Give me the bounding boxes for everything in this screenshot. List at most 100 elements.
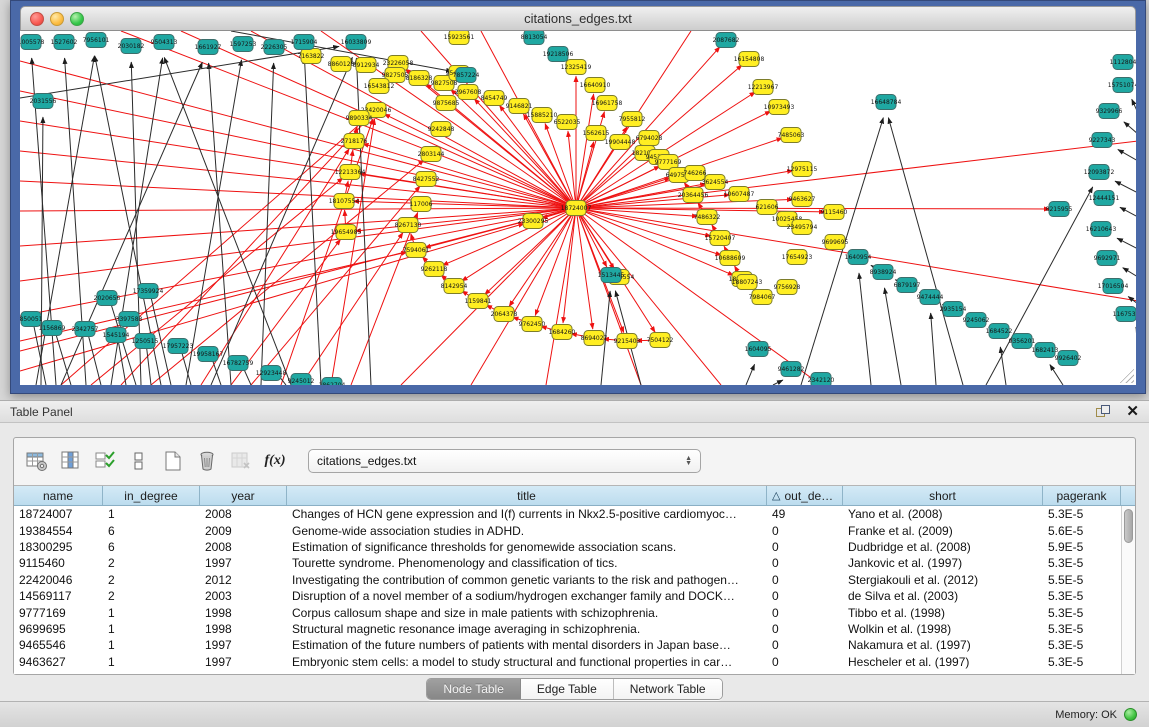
graph-node[interactable]: 8938924 <box>870 265 897 280</box>
graph-edge[interactable] <box>20 151 576 208</box>
graph-node[interactable]: 7984067 <box>749 290 776 305</box>
cell-short[interactable]: Yano et al. (2008) <box>843 507 1043 521</box>
cell-name[interactable]: 9699695 <box>14 622 103 636</box>
graph-node[interactable]: 1684522 <box>986 324 1013 339</box>
graph-node[interactable]: 1862704 <box>319 378 346 386</box>
cell-in_degree[interactable]: 2 <box>103 573 200 587</box>
graph-node[interactable]: 8860128 <box>328 57 355 72</box>
graph-node[interactable]: 8186328 <box>406 71 433 86</box>
cell-title[interactable]: Genome-wide association studies in ADHD. <box>287 524 767 538</box>
cell-short[interactable]: Hescheler et al. (1997) <box>843 655 1043 669</box>
graph-node[interactable]: 10688609 <box>715 251 746 266</box>
graph-edge[interactable] <box>401 208 576 385</box>
graph-node[interactable]: 12975115 <box>787 162 818 177</box>
minimize-button[interactable] <box>50 12 64 26</box>
cell-pagerank[interactable]: 5.3E-5 <box>1043 507 1121 521</box>
cell-name[interactable]: 22420046 <box>14 573 103 587</box>
graph-node[interactable]: 1167533 <box>1113 307 1136 322</box>
import-table-icon[interactable] <box>24 448 50 474</box>
graph-node[interactable]: 16961758 <box>592 96 623 111</box>
graph-node[interactable]: 117006 <box>410 197 433 212</box>
cell-in_degree[interactable]: 2 <box>103 556 200 570</box>
graph-node[interactable]: 9699695 <box>822 235 849 250</box>
graph-node[interactable]: 9115460 <box>821 205 848 220</box>
graph-edge[interactable] <box>885 288 901 385</box>
graph-edge[interactable] <box>773 380 783 385</box>
cell-name[interactable]: 14569117 <box>14 589 103 603</box>
float-window-icon[interactable] <box>1096 405 1112 419</box>
graph-node[interactable]: 9756928 <box>774 280 801 295</box>
graph-node[interactable]: 2935154 <box>940 302 967 317</box>
graph-node[interactable]: 2030182 <box>118 39 145 54</box>
table-row[interactable]: 1830029562008Estimation of significance … <box>14 539 1121 555</box>
graph-edge[interactable] <box>931 313 936 385</box>
graph-node[interactable]: 17957223 <box>163 339 194 354</box>
graph-node[interactable]: 2020656 <box>94 291 121 306</box>
graph-node[interactable]: 10607487 <box>724 187 755 202</box>
graph-node[interactable]: 1715904 <box>291 35 318 50</box>
cell-in_degree[interactable]: 1 <box>103 638 200 652</box>
graph-node[interactable]: 9245062 <box>963 313 990 328</box>
graph-node[interactable]: 12444151 <box>1089 191 1120 206</box>
graph-node[interactable]: 7594061 <box>403 243 430 258</box>
graph-node[interactable]: 19958167 <box>193 347 224 362</box>
graph-node[interactable]: 9504313 <box>151 35 178 50</box>
cell-short[interactable]: Jankovic et al. (1997) <box>843 556 1043 570</box>
cell-pagerank[interactable]: 5.6E-5 <box>1043 524 1121 538</box>
graph-edge[interactable] <box>576 208 641 385</box>
graph-node[interactable]: 1112804 <box>1110 55 1136 70</box>
cell-out_degree[interactable]: 0 <box>767 524 843 538</box>
graph-node[interactable]: 9245012 <box>288 374 315 386</box>
column-header-out_degree[interactable]: △out_de… <box>767 486 843 505</box>
graph-node[interactable]: 1527602 <box>51 35 78 50</box>
cell-name[interactable]: 9463627 <box>14 655 103 669</box>
graph-node[interactable]: 17016504 <box>1098 279 1129 294</box>
graph-node[interactable]: 1661927 <box>195 40 222 55</box>
graph-node[interactable]: 9463627 <box>789 192 816 207</box>
cell-year[interactable]: 1997 <box>200 638 287 652</box>
cell-title[interactable]: Corpus callosum shape and size in male p… <box>287 606 767 620</box>
graph-node[interactable]: 1005578 <box>20 35 45 50</box>
row-height-icon[interactable] <box>126 448 152 474</box>
graph-edge[interactable] <box>363 144 576 208</box>
table-row[interactable]: 1456911722003Disruption of a novel membe… <box>14 588 1121 604</box>
graph-node[interactable]: 9692971 <box>1094 251 1121 266</box>
graph-edge[interactable] <box>304 58 321 385</box>
cell-year[interactable]: 1998 <box>200 606 287 620</box>
cell-in_degree[interactable]: 6 <box>103 524 200 538</box>
graph-node[interactable]: 3624554 <box>702 175 729 190</box>
cell-short[interactable]: Stergiakouli et al. (2012) <box>843 573 1043 587</box>
column-header-short[interactable]: short <box>843 486 1043 505</box>
cell-out_degree[interactable]: 0 <box>767 573 843 587</box>
graph-edge[interactable] <box>1050 365 1063 385</box>
tab-node-table[interactable]: Node Table <box>427 679 521 699</box>
graph-edge[interactable] <box>281 119 373 385</box>
graph-node[interactable]: 2718176 <box>341 134 368 149</box>
close-icon[interactable]: ✕ <box>1126 405 1139 419</box>
graph-node[interactable]: 7163822 <box>298 49 325 64</box>
cell-year[interactable]: 1998 <box>200 622 287 636</box>
graph-edge[interactable] <box>746 364 755 385</box>
graph-edge[interactable] <box>801 118 883 385</box>
graph-node[interactable]: 9875685 <box>433 96 460 111</box>
graph-node[interactable]: 9242848 <box>428 122 455 137</box>
cell-in_degree[interactable]: 1 <box>103 622 200 636</box>
cell-out_degree[interactable]: 0 <box>767 606 843 620</box>
zoom-button[interactable] <box>70 12 84 26</box>
cell-year[interactable]: 2012 <box>200 573 287 587</box>
table-row[interactable]: 2242004622012Investigating the contribut… <box>14 572 1121 588</box>
graph-node[interactable]: 16154808 <box>734 52 765 67</box>
network-window[interactable]: citations_edges.txt 18724007716382288601… <box>10 0 1146 394</box>
column-header-in_degree[interactable]: in_degree <box>103 486 200 505</box>
graph-node[interactable]: 3397588 <box>116 312 143 327</box>
graph-edge[interactable] <box>118 337 126 385</box>
graph-edge[interactable] <box>1123 268 1136 277</box>
network-canvas[interactable]: 1872400771638228860128891293423226058982… <box>20 31 1136 385</box>
cell-short[interactable]: Tibbo et al. (1998) <box>843 606 1043 620</box>
graph-node[interactable]: 6794028 <box>636 131 663 146</box>
cell-out_degree[interactable]: 0 <box>767 540 843 554</box>
cell-pagerank[interactable]: 5.3E-5 <box>1043 606 1121 620</box>
graph-node[interactable]: 1159841 <box>465 294 492 309</box>
cell-name[interactable]: 9465546 <box>14 638 103 652</box>
cell-out_degree[interactable]: 0 <box>767 589 843 603</box>
